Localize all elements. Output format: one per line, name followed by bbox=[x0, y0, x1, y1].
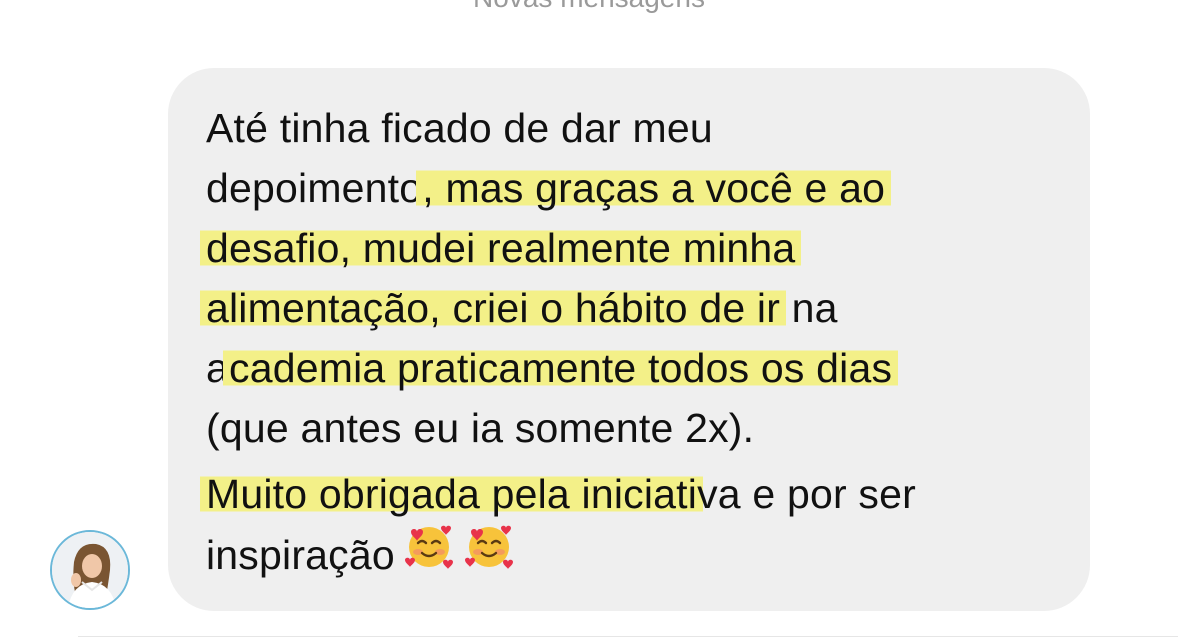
message-text: Até tinha ficado de dar meu depoimento, … bbox=[200, 98, 1066, 584]
new-messages-divider: Novas mensagens bbox=[0, 0, 1178, 18]
text-segment: inspiração bbox=[206, 531, 395, 578]
highlighted-text: alimentação, criei o hábito de ir bbox=[200, 285, 787, 331]
message-line: desafio, mudei realmente minha bbox=[200, 218, 1066, 278]
message-line: inspiração bbox=[206, 524, 1066, 584]
text-segment: (que antes eu ia somente 2x). bbox=[206, 405, 755, 451]
message-line: depoimento, mas graças a você e ao bbox=[206, 158, 1066, 218]
divider-line bbox=[78, 636, 1178, 637]
text-segment: depoimento bbox=[206, 165, 423, 211]
highlighted-text: desafio, mudei realmente minha bbox=[200, 225, 802, 271]
message-line: Muito obrigada pela iniciativa e por ser bbox=[200, 464, 1066, 524]
message-line: (que antes eu ia somente 2x). bbox=[206, 398, 1066, 458]
highlighted-text: , mas graças a você e ao bbox=[416, 165, 892, 211]
text-segment: Até tinha ficado de dar meu bbox=[206, 105, 713, 151]
sender-avatar[interactable] bbox=[50, 530, 130, 610]
message-line: alimentação, criei o hábito de ir na bbox=[200, 278, 1066, 338]
text-segment: na bbox=[780, 285, 838, 331]
message-line: academia praticamente todos os dias bbox=[206, 338, 1066, 398]
message-line: Até tinha ficado de dar meu bbox=[206, 98, 1066, 158]
message-bubble[interactable]: Até tinha ficado de dar meu depoimento, … bbox=[168, 68, 1090, 611]
smiling-face-with-hearts-icon bbox=[403, 520, 455, 588]
smiling-face-with-hearts-icon bbox=[463, 520, 515, 588]
profile-photo-icon bbox=[52, 532, 128, 608]
highlighted-text: Muito obrigada pela iniciati bbox=[200, 471, 704, 517]
highlighted-text: cademia praticamente todos os dias bbox=[223, 345, 899, 391]
text-segment: va e por ser bbox=[697, 471, 916, 517]
